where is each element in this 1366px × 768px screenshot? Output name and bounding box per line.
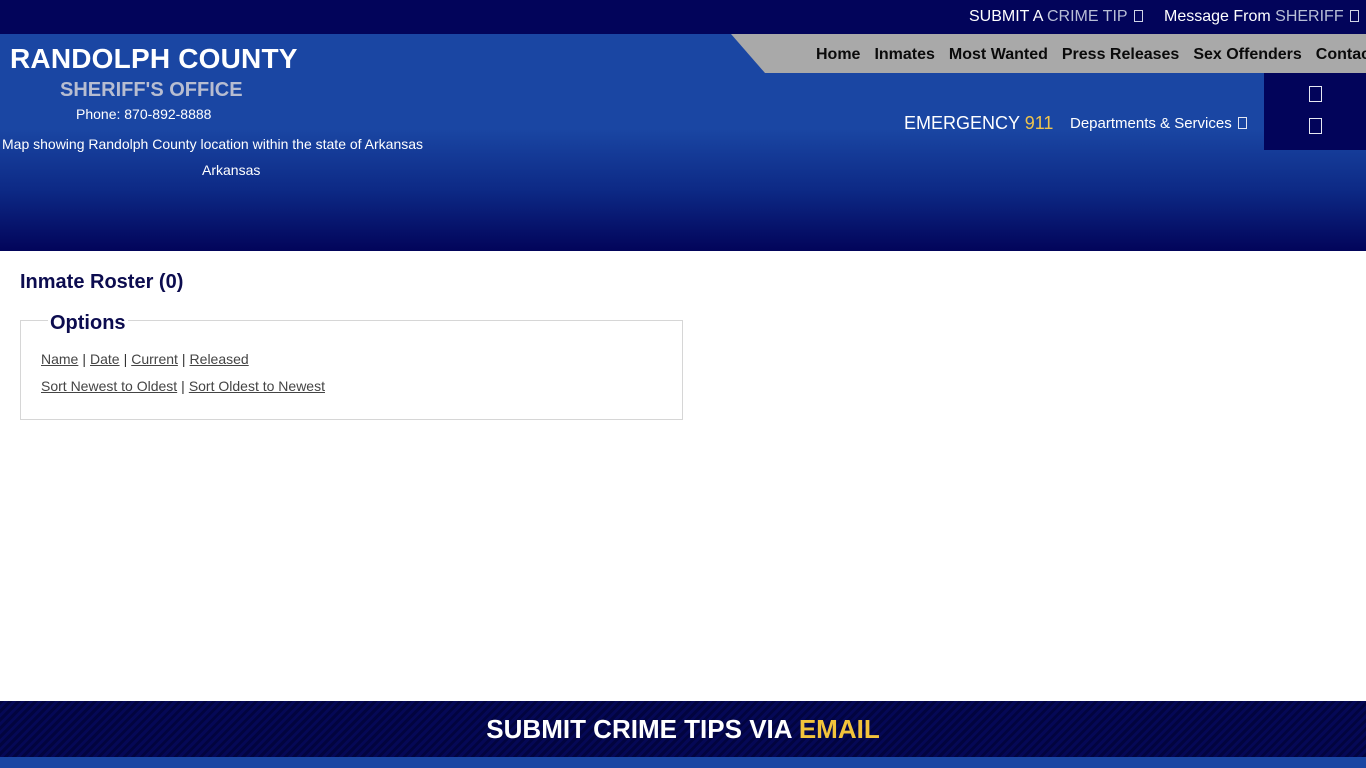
filter-links: Name | Date | Current | Released bbox=[41, 351, 249, 367]
options-fieldset: Options Name | Date | Current | Released Sort … bbox=[20, 312, 683, 420]
footer-strip bbox=[0, 757, 1366, 768]
nav-press-releases[interactable]: Press Releases bbox=[1062, 46, 1179, 64]
nav-sex-offenders[interactable]: Sex Offenders bbox=[1193, 46, 1301, 64]
emergency-label: EMERGENCY bbox=[904, 113, 1020, 133]
main-nav: Home Inmates Most Wanted Press Releases … bbox=[816, 46, 1366, 64]
filter-current-link[interactable]: Current bbox=[131, 351, 178, 367]
departments-services-menu[interactable]: Departments & Services bbox=[1070, 115, 1247, 132]
chevron-down-icon bbox=[1237, 117, 1247, 129]
nav-most-wanted[interactable]: Most Wanted bbox=[949, 46, 1048, 64]
message-from-sheriff-accent: SHERIFF bbox=[1275, 8, 1344, 25]
sort-oldest-link[interactable]: Sort Oldest to Newest bbox=[189, 378, 325, 394]
quick-icons-panel bbox=[1264, 73, 1366, 150]
site-header: RANDOLPH COUNTY SHERIFF'S OFFICE Phone: … bbox=[0, 34, 1366, 251]
nav-contact[interactable]: Contact bbox=[1316, 46, 1366, 64]
filter-released-link[interactable]: Released bbox=[190, 351, 249, 367]
crime-tips-email[interactable]: EMAIL bbox=[799, 714, 880, 744]
sort-links: Sort Newest to Oldest | Sort Oldest to New… bbox=[41, 378, 325, 394]
county-map-image: Map showing Randolph County location wit… bbox=[2, 136, 424, 152]
sort-newest-link[interactable]: Sort Newest to Oldest bbox=[41, 378, 177, 394]
external-link-icon bbox=[1133, 10, 1143, 22]
map-caption: Arkansas bbox=[202, 162, 261, 178]
message-icon bbox=[1349, 10, 1359, 22]
submit-crime-tip-accent: CRIME TIP bbox=[1046, 8, 1128, 25]
departments-label: Departments & Services bbox=[1070, 115, 1232, 132]
phone-number: Phone: 870-892-8888 bbox=[76, 106, 211, 122]
submit-crime-tip-prefix: SUBMIT A bbox=[969, 8, 1043, 25]
phone-label: Phone: bbox=[76, 106, 121, 122]
filter-name-link[interactable]: Name bbox=[41, 351, 78, 367]
message-from-sheriff-link[interactable]: Message From SHERIFF bbox=[1164, 8, 1359, 26]
message-from-sheriff-prefix: Message From bbox=[1164, 8, 1271, 25]
filter-date-link[interactable]: Date bbox=[90, 351, 120, 367]
submit-crime-tip-link[interactable]: SUBMIT A CRIME TIP bbox=[969, 8, 1143, 26]
page-title: Inmate Roster (0) bbox=[20, 271, 184, 293]
crime-tips-text: SUBMIT CRIME TIPS VIA bbox=[486, 714, 792, 744]
nav-home[interactable]: Home bbox=[816, 46, 860, 64]
site-title[interactable]: RANDOLPH COUNTY bbox=[10, 43, 298, 75]
phone-value: 870-892-8888 bbox=[124, 106, 212, 122]
crime-tips-banner[interactable]: SUBMIT CRIME TIPS VIA EMAIL bbox=[0, 701, 1366, 757]
nav-inmates[interactable]: Inmates bbox=[874, 46, 934, 64]
site-subtitle: SHERIFF'S OFFICE bbox=[60, 79, 243, 101]
options-legend: Options bbox=[48, 312, 128, 335]
menu-icon[interactable] bbox=[1309, 118, 1322, 134]
top-bar: SUBMIT A CRIME TIP Message From SHERIFF bbox=[0, 0, 1366, 34]
emergency-digits: 911 bbox=[1024, 113, 1054, 133]
emergency-number[interactable]: EMERGENCY 911 bbox=[904, 113, 1053, 134]
search-icon[interactable] bbox=[1309, 86, 1322, 102]
